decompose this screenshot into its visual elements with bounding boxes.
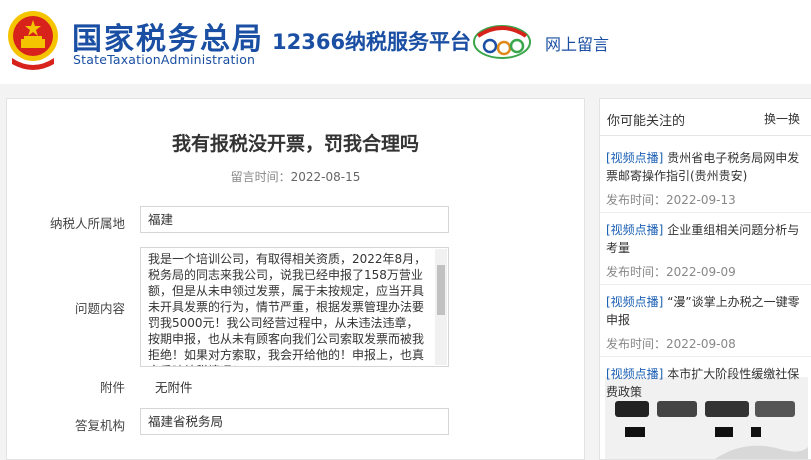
divider xyxy=(600,212,811,213)
platform-title: 12366纳税服务平台 xyxy=(272,30,472,54)
date-value: 2022-09-08 xyxy=(666,337,736,351)
sidebar-item-date: 发布时间：2022-09-13 xyxy=(606,191,802,208)
question-text: 我是一个培训公司，有取得相关资质，2022年8月，税务局的同志来我公司，说我已经… xyxy=(148,252,427,366)
location-field[interactable]: 福建 xyxy=(140,206,449,233)
item-tag: [视频点播] xyxy=(606,295,664,309)
divider xyxy=(600,284,811,285)
question-scrollbar[interactable] xyxy=(435,249,447,365)
date-label: 发布时间： xyxy=(606,265,667,279)
sidebar-item-title: [视频点播] “漫”谈掌上办税之一键零申报 xyxy=(606,293,802,329)
sidebar-item-date: 发布时间：2022-09-08 xyxy=(606,335,802,352)
date-value: 2022-09-09 xyxy=(666,265,736,279)
sidebar-item[interactable]: [视频点播] 贵州省电子税务局网申发票邮寄操作指引(贵州贵安) 发布时间：202… xyxy=(606,149,802,208)
national-emblem-icon xyxy=(8,11,58,70)
item-tag: [视频点播] xyxy=(606,151,664,165)
related-sidebar: 你可能关注的 换一换 [视频点播] 贵州省电子税务局网申发票邮寄操作指引(贵州贵… xyxy=(599,98,811,460)
divider xyxy=(600,356,811,357)
item-tag: [视频点播] xyxy=(606,223,664,237)
scrollbar-thumb[interactable] xyxy=(437,265,445,315)
refresh-button[interactable]: 换一换 xyxy=(764,110,800,127)
agency-field[interactable]: 福建省税务局 xyxy=(140,408,449,435)
location-label: 纳税人所属地 xyxy=(49,216,125,231)
sidebar-item[interactable]: [视频点播] 本市扩大阶段性缓缴社保费政策 xyxy=(606,365,802,401)
date-label: 留言时间： xyxy=(230,170,291,184)
message-detail-panel: 我有报税没开票，罚我合理吗 留言时间：2022-08-15 纳税人所属地 福建 … xyxy=(6,98,585,460)
sidebar-item-title: [视频点播] 本市扩大阶段性缓缴社保费政策 xyxy=(606,365,802,401)
page-title: 我有报税没开票，罚我合理吗 xyxy=(171,133,419,155)
question-textarea[interactable]: 我是一个培训公司，有取得相关资质，2022年8月，税务局的同志来我公司，说我已经… xyxy=(140,247,449,367)
message-date: 留言时间：2022-08-15 xyxy=(7,168,584,185)
date-label: 发布时间： xyxy=(606,193,667,207)
sidebar-title: 你可能关注的 xyxy=(607,114,686,129)
online-message-link[interactable]: 网上留言 xyxy=(545,31,609,55)
date-value: 2022-08-15 xyxy=(290,170,361,184)
brand-subtitle: StateTaxationAdministration xyxy=(73,52,256,67)
attachment-value: 无附件 xyxy=(155,380,193,395)
sidebar-header: 你可能关注的 换一换 xyxy=(600,99,811,136)
agency-label: 答复机构 xyxy=(74,418,125,433)
question-label: 问题内容 xyxy=(74,301,125,316)
sidebar-item[interactable]: [视频点播] 企业重组相关问题分析与考量 发布时间：2022-09-09 xyxy=(606,221,802,280)
sidebar-item-title: [视频点播] 贵州省电子税务局网申发票邮寄操作指引(贵州贵安) xyxy=(606,149,802,185)
item-tag: [视频点播] xyxy=(606,367,664,381)
sidebar-item[interactable]: [视频点播] “漫”谈掌上办税之一键零申报 发布时间：2022-09-08 xyxy=(606,293,802,352)
date-value: 2022-09-13 xyxy=(666,193,736,207)
sidebar-item-date: 发布时间：2022-09-09 xyxy=(606,263,802,280)
site-header: 国家税务总局 StateTaxationAdministration 12366… xyxy=(0,0,811,84)
sidebar-item-title: [视频点播] 企业重组相关问题分析与考量 xyxy=(606,221,802,257)
attachment-label: 附件 xyxy=(99,380,125,395)
date-label: 发布时间： xyxy=(606,337,667,351)
tax-badge-icon xyxy=(473,25,531,59)
